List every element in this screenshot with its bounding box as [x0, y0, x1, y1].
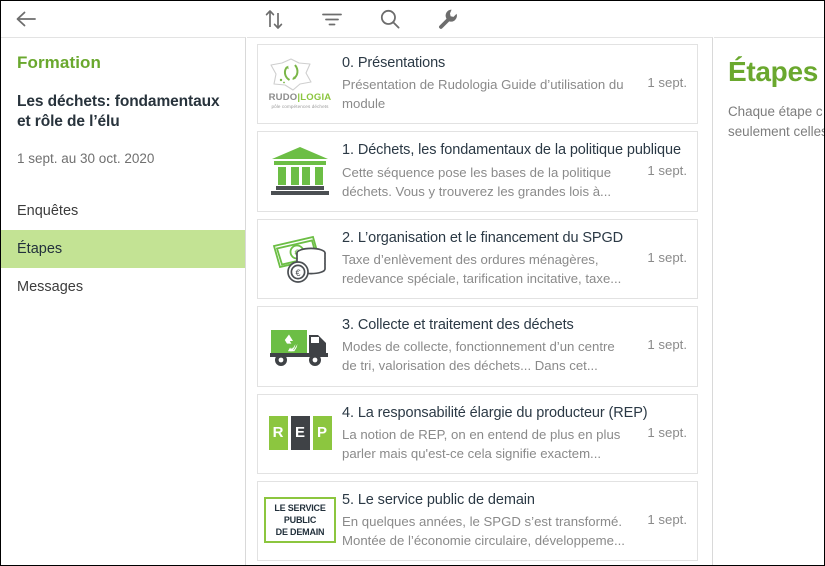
list-item[interactable]: R E P 4. La responsabilité élargie du pr…	[257, 393, 698, 475]
filter-icon	[322, 13, 342, 26]
spd-line-2: PUBLIC	[283, 515, 317, 525]
list-item-description: La notion de REP, on en entend de plus e…	[342, 426, 621, 461]
sort-icon	[265, 10, 283, 29]
bank-building-icon	[271, 147, 329, 196]
list-item-thumbnail: € €	[258, 220, 342, 294]
sidebar-item-label: Enquêtes	[17, 202, 79, 219]
list-item-content: 2. L’organisation et le financement du S…	[342, 220, 697, 298]
rudologia-logo: RUDO|LOGIA pôle compétences déchets	[269, 57, 332, 109]
search-button[interactable]	[373, 3, 407, 35]
sidebar-item-messages[interactable]: Messages	[1, 268, 245, 306]
back-arrow-icon	[16, 11, 36, 27]
sidebar-kicker: Formation	[17, 53, 102, 72]
sidebar-item-enquetes[interactable]: Enquêtes	[1, 192, 245, 230]
list-item-title: 1. Déchets, les fondamentaux de la polit…	[342, 142, 681, 159]
list-item-thumbnail: LE SERVICE PUBLIC DE DEMAIN	[258, 482, 342, 556]
list-item-date: 1 sept.	[647, 512, 687, 528]
spd-line-1: LE SERVICE	[274, 502, 326, 513]
course-dates: 1 sept. au 30 oct. 2020	[17, 150, 155, 166]
sidebar-nav: Enquêtes Étapes Messages	[1, 192, 245, 306]
list-item[interactable]: 1. Déchets, les fondamentaux de la polit…	[257, 131, 698, 212]
search-icon	[380, 9, 400, 29]
filter-button[interactable]	[315, 3, 349, 35]
list-item-content: 3. Collecte et traitement des déchets Mo…	[342, 307, 697, 385]
logo-tagline: pôle compétences déchets	[271, 103, 329, 109]
course-sidebar: Formation Les déchets: fondamentaux et r…	[1, 37, 246, 565]
service-public-demain-icon: LE SERVICE PUBLIC DE DEMAIN	[264, 496, 336, 544]
steps-list: RUDO|LOGIA pôle compétences déchets 0. P…	[247, 37, 713, 565]
rudologia-wordmark: RUDO|LOGIA	[269, 92, 332, 103]
list-item-title: 0. Présentations	[342, 55, 446, 71]
list-item-date: 1 sept.	[647, 337, 687, 353]
list-item-title: 2. L’organisation et le financement du S…	[342, 229, 624, 246]
list-item-thumbnail: R E P	[258, 395, 342, 469]
list-item[interactable]: € € 2. L’organisation et le financement …	[257, 218, 698, 300]
list-item[interactable]: RUDO|LOGIA pôle compétences déchets 0. P…	[257, 44, 698, 125]
list-item-title: 5. Le service public de demain	[342, 492, 535, 509]
list-item-description: Présentation de Rudologia Guide d’utilis…	[342, 77, 624, 112]
course-title: Les déchets: fondamentaux et rôle de l’é…	[17, 93, 220, 131]
list-item-description: En quelques années, le SPGD s’est transf…	[342, 514, 625, 549]
list-item-title: 4. La responsabilité élargie du producte…	[342, 404, 648, 421]
list-item-thumbnail	[258, 307, 342, 381]
list-item[interactable]: LE SERVICE PUBLIC DE DEMAIN 5. Le servic…	[257, 481, 698, 562]
wrench-icon	[439, 9, 457, 29]
detail-pane-title: Étapes	[728, 56, 819, 87]
sidebar-item-label: Messages	[17, 278, 84, 295]
spd-line-3: DE DEMAIN	[275, 527, 325, 538]
tools-button[interactable]	[431, 3, 465, 35]
sort-button[interactable]	[257, 3, 291, 35]
rep-tile-r: R	[268, 415, 288, 450]
list-item-description: Modes de collecte, fonctionnement d’un c…	[342, 339, 615, 374]
detail-pane-line-2: seulement celles	[728, 124, 825, 140]
rep-tile-e: E	[290, 415, 310, 450]
list-item-date: 1 sept.	[647, 75, 687, 91]
application-window: Formation Les déchets: fondamentaux et r…	[0, 0, 825, 566]
list-item-date: 1 sept.	[647, 162, 687, 178]
sidebar-item-etapes[interactable]: Étapes	[1, 229, 245, 268]
list-item[interactable]: 3. Collecte et traitement des déchets Mo…	[257, 306, 698, 387]
list-item-thumbnail	[258, 132, 342, 206]
detail-pane: Étapes Chaque étape c seulement celles	[714, 37, 825, 565]
sidebar-item-label: Étapes	[17, 240, 63, 257]
money-euro-icon: € €	[272, 235, 326, 283]
list-item-content: 4. La responsabilité élargie du producte…	[342, 395, 697, 473]
svg-text:€: €	[295, 268, 300, 278]
toolbar-actions	[257, 3, 465, 35]
rudologia-mark-icon	[270, 57, 312, 91]
logo-logia-text: LOGIA	[300, 91, 332, 103]
detail-pane-line-1: Chaque étape c	[728, 104, 823, 119]
list-item-content: 1. Déchets, les fondamentaux de la polit…	[342, 132, 697, 210]
list-item-content: 5. Le service public de demain En quelqu…	[342, 482, 697, 560]
list-item-thumbnail: RUDO|LOGIA pôle compétences déchets	[258, 45, 342, 119]
list-item-description: Taxe d’enlèvement des ordures ménagères,…	[342, 251, 622, 287]
top-toolbar	[1, 1, 824, 37]
list-item-date: 1 sept.	[647, 249, 687, 265]
recycling-truck-icon	[270, 330, 328, 367]
rep-letters-icon: R E P	[268, 415, 332, 450]
logo-rudo-text: RUDO	[268, 91, 298, 103]
rep-tile-p: P	[312, 415, 332, 450]
list-item-title: 3. Collecte et traitement des déchets	[342, 317, 574, 334]
list-item-description: Cette séquence pose les bases de la poli…	[342, 164, 612, 199]
list-item-content: 0. Présentations Présentation de Rudolog…	[342, 45, 697, 123]
back-button[interactable]	[9, 3, 43, 35]
list-item-date: 1 sept.	[647, 424, 687, 440]
